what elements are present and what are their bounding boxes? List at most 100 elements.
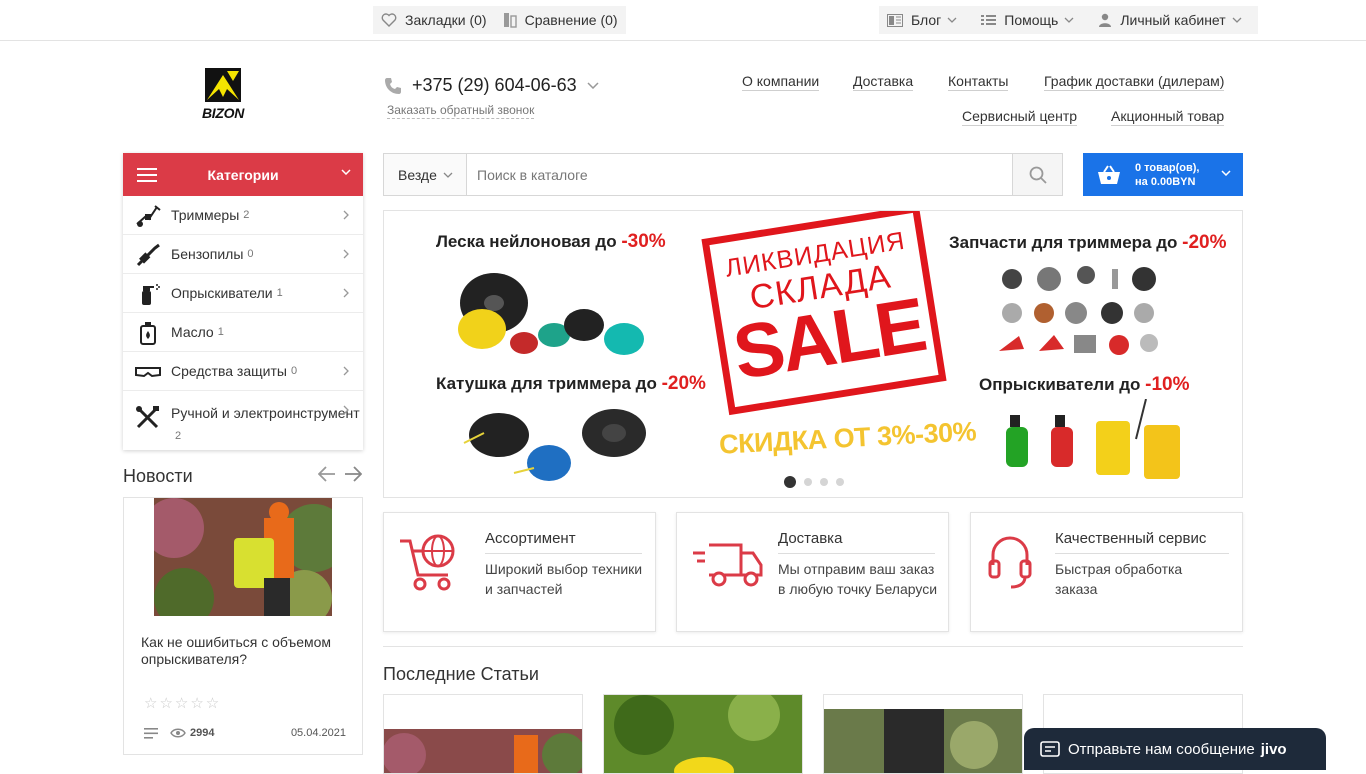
menu-lines-icon [144, 727, 158, 739]
chevron-right-icon [343, 210, 349, 220]
sprayers-image [1006, 399, 1180, 479]
news-image[interactable] [154, 498, 332, 616]
headset-icon [988, 536, 1032, 589]
topbar-left-group: Закладки (0) Сравнение (0) [373, 6, 626, 34]
feature-desc: Мы отправим ваш заказ в любую точку Бела… [778, 561, 938, 597]
blog-icon [887, 13, 903, 27]
category-item-chainsaws[interactable]: Бензопилы 0 [123, 235, 363, 274]
article-image [824, 695, 1022, 773]
top-bar: Закладки (0) Сравнение (0) Блог Помощь Л… [0, 0, 1366, 41]
feature-service: Качественный сервис Быстрая обработка за… [970, 512, 1243, 632]
chevron-down-icon [1064, 17, 1074, 23]
discount-text: СКИДКА ОТ 3%-30% [718, 416, 977, 460]
nav-service-center[interactable]: Сервисный центр [962, 107, 1078, 126]
category-item-protection[interactable]: Средства защиты 0 [123, 352, 363, 391]
article-card[interactable] [383, 694, 583, 774]
category-item-sprayers[interactable]: Опрыскиватели 1 [123, 274, 363, 313]
category-menu-header[interactable]: Категории [123, 153, 363, 196]
oil-can-icon [140, 322, 156, 345]
slide-dot[interactable] [820, 478, 828, 486]
blog-label: Блог [911, 12, 942, 28]
search-scope-select[interactable]: Везде [384, 154, 467, 195]
nav-promo[interactable]: Акционный товар [1111, 107, 1225, 126]
message-icon [1040, 741, 1060, 757]
nav-about[interactable]: О компании [742, 72, 820, 91]
banner-pagination [784, 476, 844, 488]
feature-title: Качественный сервис [1055, 530, 1229, 554]
category-count: 2 [243, 209, 250, 221]
article-card[interactable] [823, 694, 1023, 774]
chevron-right-icon [343, 366, 349, 376]
phone-block[interactable]: +375 (29) 604-06-63 [384, 75, 609, 96]
news-views: 2994 [170, 727, 214, 739]
search-bar: Везде [383, 153, 1063, 196]
rating-stars: ☆☆☆☆☆ [144, 695, 222, 712]
nav-contacts[interactable]: Контакты [948, 72, 1009, 91]
tools-icon [136, 406, 159, 429]
category-count: 2 [175, 430, 182, 442]
category-item-tools[interactable]: Ручной и электроинструмент 2 [123, 391, 363, 449]
arrow-right-icon[interactable] [344, 466, 362, 482]
cart-button[interactable]: 0 товар(ов), на 0.00BYN [1083, 153, 1243, 196]
bookmarks-link[interactable]: Закладки (0) [373, 6, 495, 34]
bizon-logo[interactable]: BIZON [197, 67, 249, 123]
chevron-down-icon [587, 82, 599, 89]
news-heading: Новости [123, 466, 193, 486]
help-label: Помощь [1004, 12, 1059, 28]
slide-dot[interactable] [784, 476, 796, 488]
category-count: 0 [247, 248, 254, 260]
slide-dot[interactable] [836, 478, 844, 486]
feature-desc: Широкий выбор техники и запчастей [485, 561, 643, 597]
news-date: 05.04.2021 [290, 727, 346, 739]
article-card[interactable] [603, 694, 803, 774]
search-input[interactable] [467, 154, 1012, 195]
cart-globe-icon [400, 534, 455, 591]
compare-link[interactable]: Сравнение (0) [495, 6, 626, 34]
banner-line-c: Запчасти для триммера до -20% [949, 232, 1227, 253]
account-menu[interactable]: Личный кабинет [1090, 6, 1257, 34]
nav-delivery-schedule[interactable]: График доставки (дилерам) [1044, 72, 1225, 91]
slide-dot[interactable] [804, 478, 812, 486]
blog-menu[interactable]: Блог [879, 6, 973, 34]
arrow-left-icon[interactable] [318, 466, 336, 482]
feature-desc: Быстрая обработка заказа [1055, 561, 1183, 597]
category-count: 1 [217, 326, 224, 338]
article-image [384, 695, 582, 773]
category-count: 0 [290, 365, 298, 377]
chainsaw-icon [136, 243, 160, 267]
help-menu[interactable]: Помощь [973, 6, 1090, 34]
account-label: Личный кабинет [1120, 12, 1226, 28]
trimmer-parts-image [999, 266, 1158, 355]
eye-icon [170, 728, 186, 738]
logo-text: BIZON [201, 105, 245, 121]
chevron-down-icon [947, 17, 957, 23]
trimmer-icon [136, 205, 161, 227]
jivo-logo: jivo [1260, 740, 1287, 758]
category-item-trimmers[interactable]: Триммеры 2 [123, 196, 363, 235]
chat-widget[interactable]: Отправьте нам сообщение jivo [1024, 728, 1326, 770]
sale-stamp: ЛИКВИДАЦИЯ СКЛАДА SALE [701, 211, 947, 416]
news-card[interactable]: Как не ошибиться с объемом опрыскивателя… [123, 497, 363, 755]
nav-delivery[interactable]: Доставка [853, 72, 914, 91]
compare-icon [503, 13, 517, 28]
sprayer-icon [142, 284, 160, 305]
callback-link[interactable]: Заказать обратный звонок [387, 103, 535, 119]
compare-label: Сравнение (0) [524, 12, 618, 28]
logo-emblem-icon [205, 68, 241, 102]
articles-heading: Последние Статьи [383, 664, 539, 684]
news-pager [318, 466, 362, 482]
category-count: 1 [276, 287, 283, 299]
news-text[interactable]: Как не ошибиться с объемом опрыскивателя… [141, 634, 351, 668]
category-item-oil[interactable]: Масло 1 [123, 313, 363, 352]
promo-banner[interactable]: Леска нейлоновая до -30% Катушка для три… [383, 210, 1243, 498]
search-button[interactable] [1012, 154, 1062, 195]
news-meta: 2994 05.04.2021 [144, 727, 346, 739]
feature-delivery: Доставка Мы отправим ваш заказ в любую т… [676, 512, 949, 632]
goggles-icon [135, 367, 161, 378]
phone-number: +375 (29) 604-06-63 [412, 75, 577, 95]
trimmer-line-image [458, 273, 644, 355]
banner-line-b: Катушка для триммера до -20% [436, 373, 706, 394]
chevron-right-icon [343, 405, 349, 415]
feature-title: Ассортимент [485, 530, 642, 554]
phone-icon [385, 77, 401, 94]
